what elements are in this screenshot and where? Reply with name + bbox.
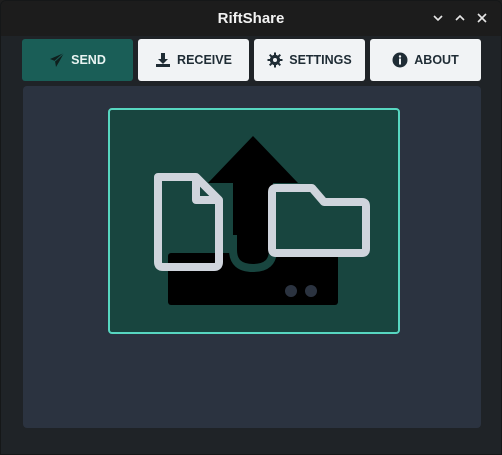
info-icon (392, 52, 408, 68)
app-window: RiftShare SEND RECEIVE SETTINGS ABOUT (0, 0, 502, 455)
tab-send-label: SEND (71, 53, 106, 67)
upload-arrow-icon (168, 136, 338, 305)
maximize-button[interactable] (453, 11, 467, 25)
tab-send[interactable]: SEND (22, 39, 133, 81)
close-icon (477, 13, 487, 23)
folder-icon (268, 184, 370, 257)
file-drop-zone[interactable] (108, 108, 400, 334)
drop-illustration (154, 136, 370, 305)
tab-about-label: ABOUT (414, 53, 459, 67)
tab-receive[interactable]: RECEIVE (138, 39, 249, 81)
tab-receive-label: RECEIVE (177, 53, 232, 67)
tab-settings[interactable]: SETTINGS (254, 39, 365, 81)
chevron-down-icon (433, 15, 443, 22)
chevron-up-icon (455, 14, 465, 21)
minimize-button[interactable] (431, 11, 445, 25)
title-bar[interactable]: RiftShare (1, 1, 501, 36)
send-panel (23, 86, 481, 428)
tab-about[interactable]: ABOUT (370, 39, 481, 81)
app-content: SEND RECEIVE SETTINGS ABOUT (2, 36, 501, 454)
gear-icon (267, 52, 283, 68)
window-title: RiftShare (217, 10, 285, 27)
download-icon (155, 52, 171, 68)
close-button[interactable] (475, 11, 489, 25)
paper-plane-icon (49, 52, 65, 68)
tab-settings-label: SETTINGS (289, 53, 352, 67)
